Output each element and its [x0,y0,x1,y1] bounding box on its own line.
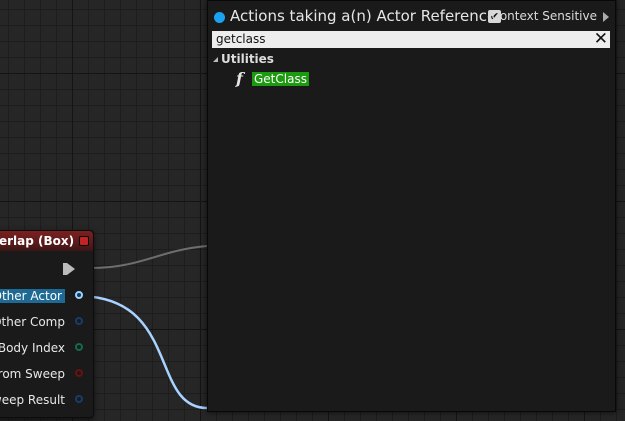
menu-title: Actions taking a(n) Actor Reference [230,7,497,25]
pin-circle-icon[interactable] [75,317,83,325]
function-icon: f [236,69,243,88]
actor-wire [77,294,208,410]
pin-label: Other Comp [0,315,65,329]
pin-sweep-result[interactable]: weep Result [0,391,85,411]
pin-label: Body Index [0,341,65,355]
exec-wire [91,245,208,269]
pin-label: weep Result [0,393,65,407]
category-label: Utilities [221,52,274,66]
action-item-label[interactable]: GetClass [252,72,309,86]
overlap-event-node[interactable]: erlap (Box) Other Actor Other Comp Body … [0,230,94,418]
collapse-arrow-icon[interactable] [213,57,218,62]
menu-header: Actions taking a(n) Actor Reference ✔ Co… [214,7,609,27]
pin-circle-icon[interactable] [75,395,83,403]
node-title: erlap (Box) [0,234,75,248]
context-sensitive-label[interactable]: Context Sensitive [491,9,597,23]
node-delegate-pin[interactable] [79,236,89,246]
expand-arrow-icon[interactable] [603,12,609,22]
search-input[interactable]: getclass ✕ [212,29,610,49]
exec-output-pin[interactable] [63,263,75,275]
actor-reference-icon [214,12,225,23]
pin-other-comp[interactable]: Other Comp [0,313,85,333]
pin-label: From Sweep [0,367,65,381]
node-header: erlap (Box) [0,231,93,251]
pin-label: Other Actor [0,289,65,303]
pin-other-actor[interactable]: Other Actor [0,287,85,307]
pin-body-index[interactable]: Body Index [0,339,85,359]
pin-circle-icon[interactable] [75,291,83,299]
pin-circle-icon[interactable] [75,343,83,351]
clear-icon[interactable]: ✕ [594,29,608,49]
action-menu: Actions taking a(n) Actor Reference ✔ Co… [207,0,616,412]
pin-from-sweep[interactable]: From Sweep [0,365,85,385]
pin-circle-icon[interactable] [75,369,83,377]
search-value: getclass [216,32,266,46]
